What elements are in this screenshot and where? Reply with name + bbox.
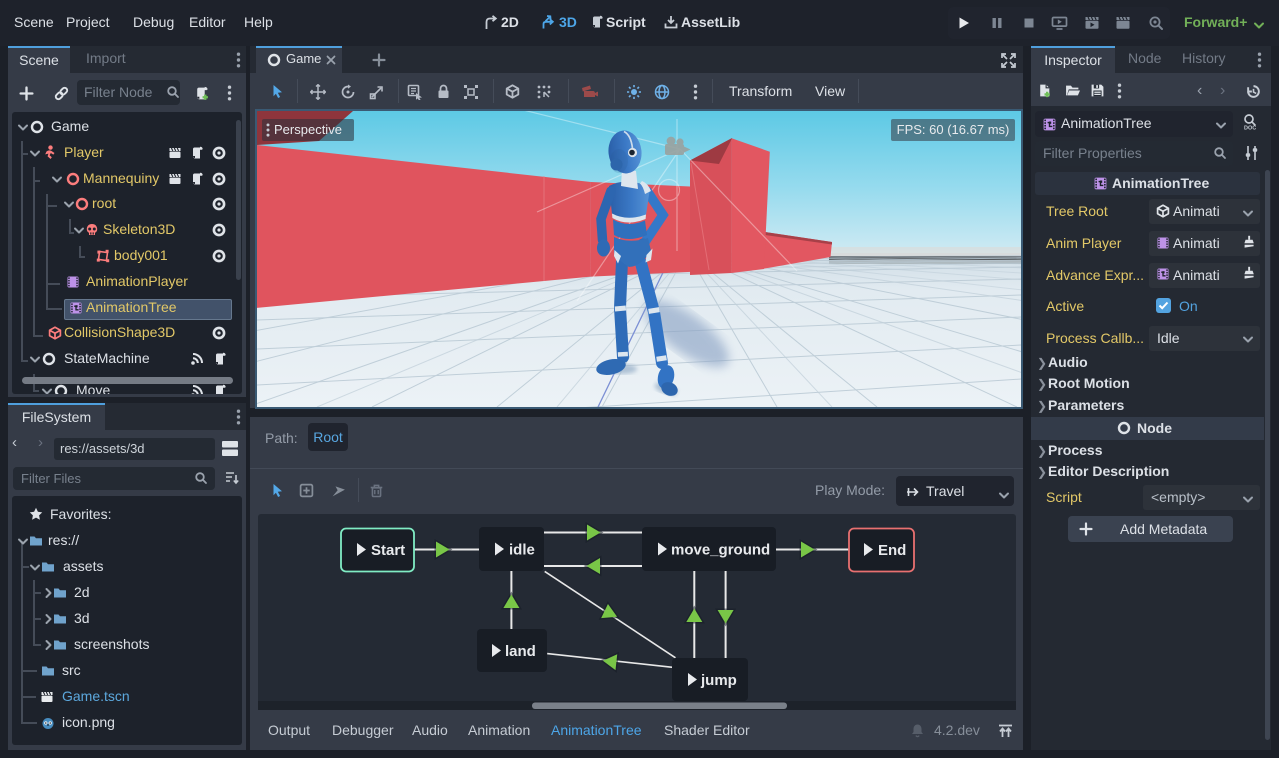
svg-text:End: End bbox=[878, 542, 906, 559]
svg-text:move_ground: move_ground bbox=[671, 542, 770, 559]
svg-text:idle: idle bbox=[509, 542, 535, 559]
svg-text:jump: jump bbox=[700, 672, 737, 689]
svg-text:land: land bbox=[505, 643, 536, 660]
svg-text:Start: Start bbox=[371, 542, 405, 559]
svg-text:DOC: DOC bbox=[1244, 126, 1256, 131]
